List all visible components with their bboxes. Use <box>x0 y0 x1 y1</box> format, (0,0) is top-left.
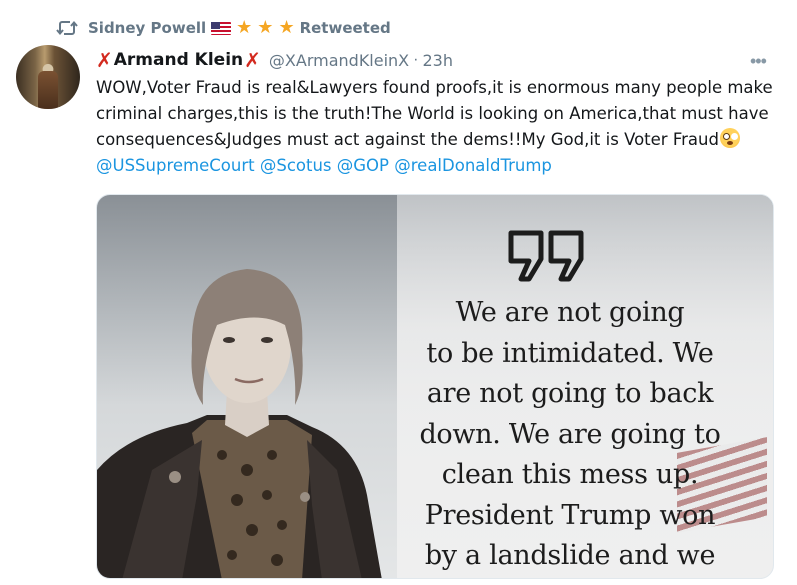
separator: · <box>413 51 419 68</box>
retweet-context[interactable]: Sidney Powell ★ ★ ★ Retweeted <box>54 14 391 42</box>
star-icon: ★ <box>236 17 253 38</box>
tweet-text: WOW,Voter Fraud is real&Lawyers found pr… <box>96 75 776 179</box>
author-display-name[interactable]: Armand Klein <box>114 50 243 70</box>
image-quote-text: We are not going to be intimidated. We a… <box>385 293 755 577</box>
author-handle[interactable]: @XArmandKleinX <box>269 51 409 70</box>
tweet-body: WOW,Voter Fraud is real&Lawyers found pr… <box>96 78 773 149</box>
us-flag-icon <box>211 21 232 35</box>
tweet-header: ✗ Armand Klein ✗ @XArmandKleinX · 23h <box>96 46 776 74</box>
person-photo <box>97 269 382 578</box>
quote-line: to be intimidated. We <box>426 337 714 369</box>
mention-link[interactable]: @USSupremeCourt <box>96 156 255 175</box>
quote-line: We are not going <box>455 297 685 328</box>
mention-link[interactable]: @GOP <box>337 156 389 175</box>
retweet-icon <box>54 17 80 39</box>
quote-line: down. We are going to <box>419 418 721 450</box>
more-options-icon[interactable]: ••• <box>750 52 767 70</box>
tweet-timestamp[interactable]: 23h <box>422 51 453 70</box>
quote-mark-icon <box>508 230 584 282</box>
quote-line: President Trump won <box>424 499 716 531</box>
mention-link[interactable]: @Scotus <box>260 156 332 175</box>
red-x-icon: ✗ <box>244 48 261 72</box>
red-x-icon: ✗ <box>96 48 113 72</box>
tweet: ✗ Armand Klein ✗ @XArmandKleinX · 23h ••… <box>96 46 776 179</box>
flushed-face-icon <box>719 128 740 148</box>
tweet-media-image[interactable]: We are not going to be intimidated. We a… <box>96 194 774 579</box>
retweeter-name[interactable]: Sidney Powell <box>88 19 206 37</box>
mention-link[interactable]: @realDonaldTrump <box>394 156 552 175</box>
star-icon: ★ <box>257 17 274 38</box>
quote-line: clean this mess up. <box>441 459 699 490</box>
retweeted-label: Retweeted <box>299 19 391 37</box>
star-icon: ★ <box>278 17 295 38</box>
quote-line: are not going to back <box>426 378 714 409</box>
quote-line: by a landslide and we <box>424 540 716 571</box>
avatar[interactable] <box>16 45 80 109</box>
